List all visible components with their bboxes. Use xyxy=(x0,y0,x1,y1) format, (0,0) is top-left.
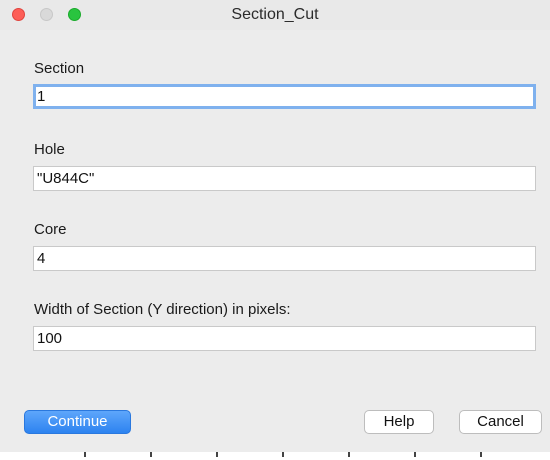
section-label: Section xyxy=(34,60,85,77)
background-tick xyxy=(282,452,284,457)
core-label: Core xyxy=(34,221,67,238)
cancel-button[interactable]: Cancel xyxy=(459,410,542,434)
title-bar[interactable]: Section_Cut xyxy=(0,0,550,30)
background-tick xyxy=(480,452,482,457)
hole-label: Hole xyxy=(34,141,65,158)
help-button[interactable]: Help xyxy=(364,410,434,434)
background-tick xyxy=(414,452,416,457)
background-tick xyxy=(84,452,86,457)
width-input[interactable] xyxy=(33,326,536,351)
section-input[interactable] xyxy=(33,84,536,109)
width-label: Width of Section (Y direction) in pixels… xyxy=(34,301,291,318)
continue-button[interactable]: Continue xyxy=(24,410,131,434)
background-tick xyxy=(216,452,218,457)
window-title: Section_Cut xyxy=(231,6,319,23)
background-tick xyxy=(348,452,350,457)
background-tick xyxy=(150,452,152,457)
dialog-window: Section_Cut Section Hole Core Width of S… xyxy=(0,0,550,452)
hole-input[interactable] xyxy=(33,166,536,191)
core-input[interactable] xyxy=(33,246,536,271)
